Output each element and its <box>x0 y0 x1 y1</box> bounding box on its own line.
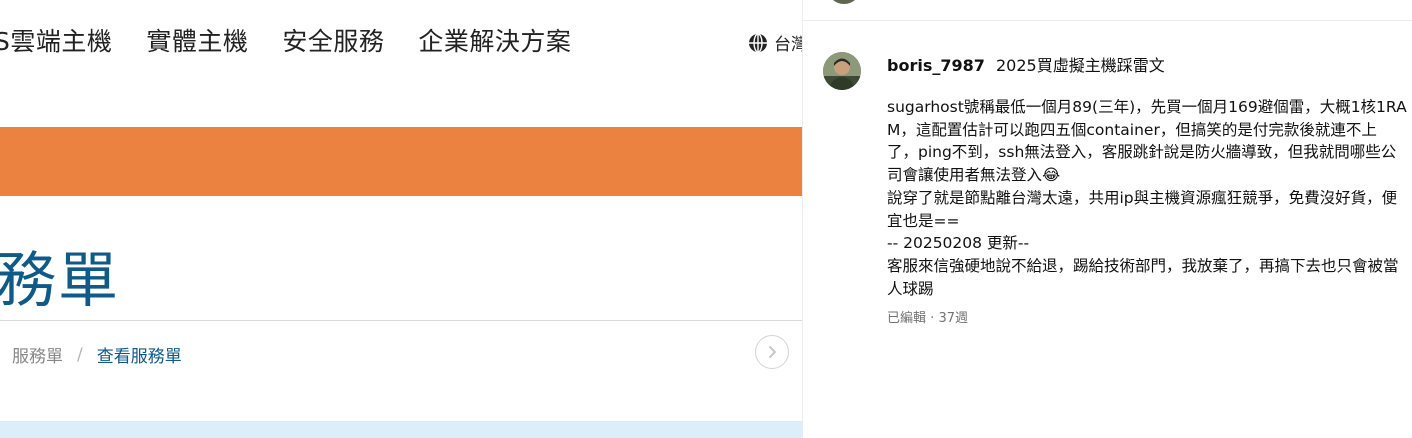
comment-age[interactable]: 37週 <box>938 311 968 326</box>
panel-divider <box>803 20 1412 21</box>
orange-banner <box>0 127 802 196</box>
chevron-right-icon <box>769 346 776 358</box>
language-label: 台灣 <box>774 35 802 55</box>
page-title: 務單 <box>0 246 120 316</box>
comments-panel: boris_7987 2025買虛擬主機踩雷文 sugarhost號稱最低一個月… <box>802 0 1412 438</box>
breadcrumb: 服務單 / 查看服務單 <box>12 342 182 368</box>
breadcrumb-separator: / <box>77 344 83 365</box>
nav-security-services[interactable]: 安全服務 <box>282 22 384 58</box>
comment-post-title: 2025買虛擬主機踩雷文 <box>995 56 1165 75</box>
nav-dedicated-server[interactable]: 實體主機 <box>146 22 248 58</box>
website-background: S雲端主機 實體主機 安全服務 企業解決方案 台灣 務單 服務單 / 查看服務單 <box>0 0 802 438</box>
nav-enterprise-solutions[interactable]: 企業解決方案 <box>418 22 571 58</box>
breadcrumb-current: 查看服務單 <box>96 347 182 367</box>
info-banner <box>0 421 802 438</box>
comment-header: boris_7987 2025買虛擬主機踩雷文 <box>887 52 1165 76</box>
next-button[interactable] <box>755 335 789 369</box>
edited-label: 已編輯 <box>887 311 927 326</box>
user-avatar-image <box>823 52 861 90</box>
avatar[interactable] <box>827 0 861 4</box>
top-navigation: S雲端主機 實體主機 安全服務 企業解決方案 <box>0 22 605 58</box>
title-divider <box>0 320 802 321</box>
language-selector[interactable]: 台灣 <box>748 30 802 55</box>
meta-separator: · <box>930 311 935 326</box>
avatar[interactable] <box>823 52 861 90</box>
comment-body: sugarhost號稱最低一個月89(三年)，先買一個月169避個雷，大概1核1… <box>887 98 1407 298</box>
nav-cloud-hosting[interactable]: S雲端主機 <box>0 22 112 58</box>
comment-meta: 已編輯 · 37週 <box>887 307 968 326</box>
globe-icon <box>749 32 767 53</box>
comment-username[interactable]: boris_7987 <box>887 56 985 75</box>
breadcrumb-parent[interactable]: 服務單 <box>12 342 63 367</box>
